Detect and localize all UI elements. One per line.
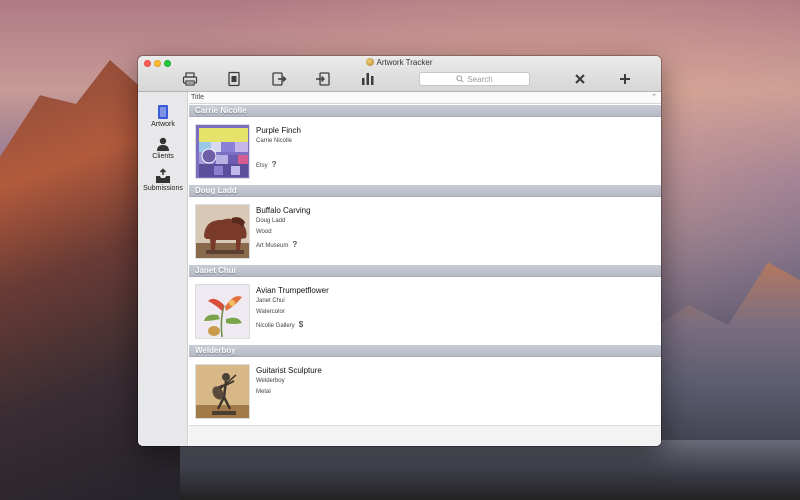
artwork-venue: Nicolle Gallery $ [256,320,304,329]
artwork-venue: Art Museum? [256,240,298,249]
artwork-title: Guitarist Sculpture [256,366,322,375]
artwork-artist: Carrie Nicolle [256,138,293,144]
list-item[interactable]: Avian Trumpetflower Janet Chui Watercolo… [189,278,661,345]
print-button[interactable] [180,70,200,88]
list-item[interactable]: Buffalo Carving Doug Ladd Wood Art Museu… [189,198,661,265]
sidebar-item-submissions[interactable]: Submissions [138,168,188,192]
artwork-list: Title ⌃ Carrie Nicolle Purple Finch Carr… [189,92,661,446]
artwork-title: Purple Finch [256,126,301,135]
group-header: Welderboy [189,345,661,357]
stats-button[interactable] [358,70,378,88]
import-button[interactable] [313,70,333,88]
list-item[interactable]: Guitarist Sculpture Welderboy Metal [189,358,661,425]
artwork-thumbnail [195,204,250,259]
app-icon [366,58,375,66]
search-field[interactable]: Search [419,72,530,86]
desktop-foreground [180,440,800,500]
artwork-artist: Welderboy [256,378,285,384]
artwork-title: Buffalo Carving [256,206,311,215]
artwork-title: Avian Trumpetflower [256,286,329,295]
import-icon [316,72,330,86]
person-icon [157,137,169,151]
artwork-thumbnail [195,124,250,179]
delete-button[interactable] [570,70,590,88]
bar-chart-icon [362,73,374,85]
sidebar: Artwork Clients Submissions [138,92,188,446]
title-bar: Artwork Tracker Search [138,56,661,92]
artwork-artist: Janet Chui [256,298,285,304]
sidebar-item-clients[interactable]: Clients [138,136,188,160]
record-button[interactable] [224,70,244,88]
plus-icon [620,74,630,84]
add-button[interactable] [615,70,635,88]
artwork-medium: Metal [256,389,271,395]
list-footer [189,425,661,446]
app-window: Artwork Tracker Search Artwork Clients S… [138,56,661,446]
export-button[interactable] [269,70,289,88]
group-header: Janet Chui [189,265,661,277]
group-header: Doug Ladd [189,185,661,197]
sidebar-item-artwork[interactable]: Artwork [138,104,188,128]
artwork-medium: Wood [256,229,272,235]
artwork-venue: Etsy? [256,160,277,169]
book-icon [158,105,168,119]
group-header: Carrie Nicolle [189,105,661,117]
window-title: Artwork Tracker [138,58,661,67]
export-icon [272,72,287,86]
column-header-title[interactable]: Title ⌃ [189,92,661,104]
artwork-thumbnail [195,284,250,339]
status-mark: ? [292,240,298,249]
artwork-thumbnail [195,364,250,419]
status-mark: ? [271,160,277,169]
list-item[interactable]: Purple Finch Carrie Nicolle Etsy? [189,118,661,185]
inbox-upload-icon [156,168,170,183]
artwork-medium: Watercolor [256,309,285,315]
close-icon [575,74,585,84]
search-icon [456,75,464,83]
artwork-artist: Doug Ladd [256,218,286,224]
status-mark: $ [298,320,304,329]
sort-ascending-icon: ⌃ [651,94,657,101]
document-icon [228,71,240,87]
printer-icon [182,72,198,86]
search-placeholder: Search [467,74,493,84]
